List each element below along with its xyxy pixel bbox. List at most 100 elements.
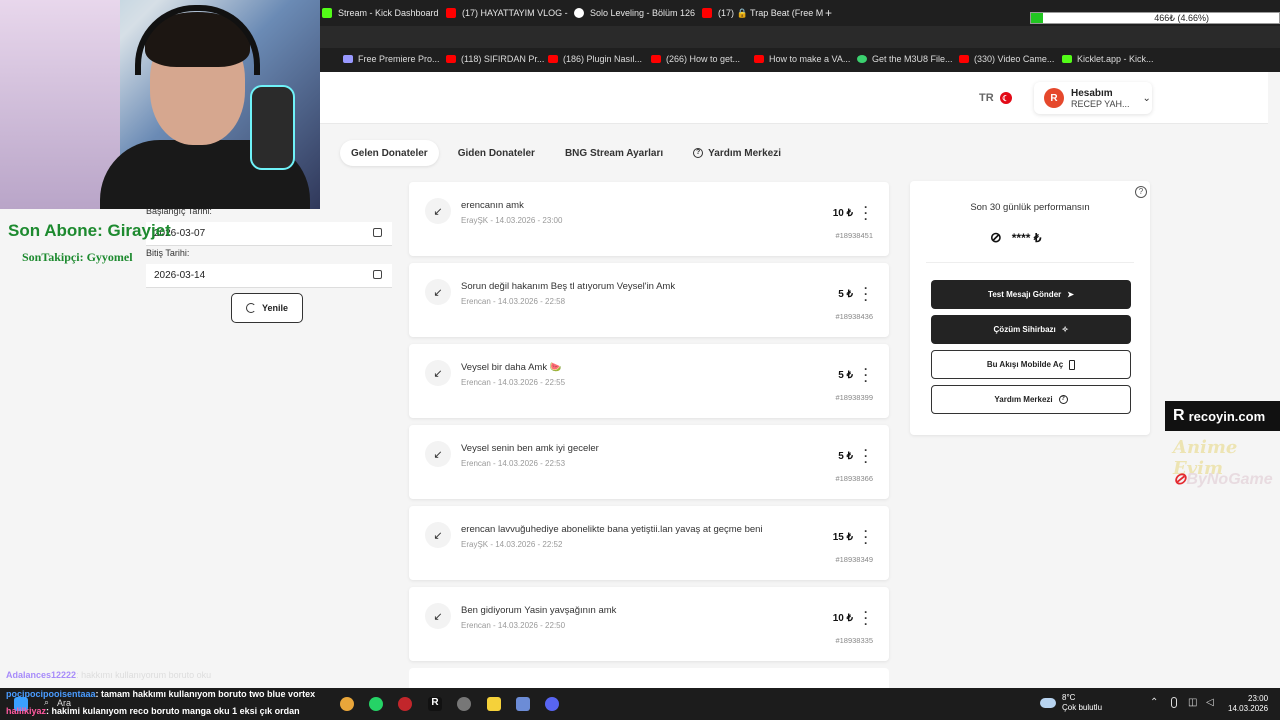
incoming-arrow-icon: ↙: [425, 603, 451, 629]
bookmark-label: (186) Plugin Nasıl...: [563, 54, 643, 64]
webcam-background: [0, 0, 120, 209]
kick-icon: [322, 8, 332, 18]
settings-icon[interactable]: [516, 697, 530, 711]
help-icon[interactable]: ?: [1135, 186, 1147, 198]
donation-time: 14.03.2026 - 22:53: [497, 459, 566, 468]
separator: -: [490, 621, 498, 630]
bookmark[interactable]: (186) Plugin Nasıl...: [548, 54, 642, 64]
tab-yardim-merkezi[interactable]: ? Yardım Merkezi: [682, 140, 792, 166]
chat-user: halilkiyaz: [6, 706, 47, 716]
more-options-icon[interactable]: · · ·: [863, 201, 869, 225]
list-item[interactable]: ↙ Sorun değil hakanım Beş tl atıyorum Vey…: [409, 263, 889, 337]
list-item[interactable]: ↙ erencanın amk ErayŞK - 14.03.2026 - 23:0…: [409, 182, 889, 256]
donation-id: #18938451: [835, 231, 873, 240]
browser-tab[interactable]: Stream - Kick Dashboard: [322, 5, 439, 21]
tab-label: Stream - Kick Dashboard: [338, 8, 439, 18]
chat-user: Adalances12222: [6, 670, 77, 680]
test-message-button[interactable]: Test Mesajı Gönder ➤: [931, 280, 1131, 309]
volume-icon[interactable]: ◁: [1206, 697, 1214, 708]
list-item[interactable]: ↙ Veysel bir daha Amk 🍉 Erencan - 14.03.20…: [409, 344, 889, 418]
donation-amount: 15 ₺: [832, 532, 853, 543]
donation-id: #18938335: [835, 636, 873, 645]
open-mobile-button[interactable]: Bu Akışı Mobilde Aç: [931, 350, 1131, 379]
bynogame-logo: ⊘ByNoGame: [1173, 469, 1273, 489]
notes-icon[interactable]: [487, 697, 501, 711]
more-options-icon[interactable]: · · ·: [863, 444, 869, 468]
list-item[interactable]: ↙ erencan lavvuğuhediye abonelikte bana y…: [409, 506, 889, 580]
list-item[interactable]: ↙ Veysel senin ben amk iyi geceler Erencan…: [409, 425, 889, 499]
bookmark[interactable]: (118) SIFIRDAN Pr...: [446, 54, 544, 64]
eye-off-icon[interactable]: ⊘: [990, 229, 1002, 246]
end-date-value: 2026-03-14: [154, 270, 206, 281]
discord-icon[interactable]: [545, 697, 559, 711]
bookmark[interactable]: (330) Video Came...: [959, 54, 1054, 64]
account-menu[interactable]: R Hesabım RECEP YAH... ⌄: [1034, 82, 1152, 114]
start-date-field[interactable]: 2026-03-07: [146, 222, 392, 246]
clock-date: 14.03.2026: [1228, 704, 1269, 713]
bookmark-icon: [343, 55, 353, 63]
help-center-button[interactable]: Yardım Merkezi?: [931, 385, 1131, 414]
bookmark[interactable]: Kicklet.app - Kick...: [1062, 54, 1154, 64]
calendar-icon[interactable]: [373, 270, 382, 279]
last-subscriber-overlay: Son Abone: Girayjet: [8, 221, 171, 240]
youtube-icon: [446, 55, 456, 63]
whatsapp-icon[interactable]: [369, 697, 383, 711]
cloud-icon: [1040, 698, 1056, 708]
donation-message: Ben gidiyorum Yasin yavşağının amk: [461, 605, 617, 616]
account-title: Hesabım: [1071, 87, 1113, 99]
more-options-icon[interactable]: · · ·: [863, 606, 869, 630]
new-tab-button[interactable]: +: [825, 5, 832, 21]
button-label: Yardım Merkezi: [994, 395, 1053, 404]
language-selector[interactable]: TR ☾: [979, 92, 1012, 104]
brand-bng: ByNoGame: [1186, 471, 1273, 488]
tab-gelen-donateler[interactable]: Gelen Donateler: [340, 140, 439, 166]
donation-id: #18938366: [835, 474, 873, 483]
donation-sender: Erencan: [461, 297, 491, 306]
refresh-button[interactable]: Yenile: [231, 293, 303, 323]
bookmark[interactable]: How to make a VA...: [754, 54, 850, 64]
network-icon[interactable]: ◫: [1188, 697, 1197, 708]
calendar-icon[interactable]: [373, 228, 382, 237]
opera-icon[interactable]: [398, 697, 412, 711]
tab-giden-donateler[interactable]: Giden Donateler: [447, 140, 546, 166]
solution-wizard-button[interactable]: Çözüm Sihirbazı ✧: [931, 315, 1131, 344]
chevron-up-icon[interactable]: ⌃: [1150, 697, 1158, 708]
bookmark[interactable]: (266) How to get...: [651, 54, 740, 64]
donation-time: 14.03.2026 - 23:00: [495, 216, 563, 225]
browser-tab[interactable]: (17) 🔒 Trap Beat (Free M: [702, 5, 823, 21]
tab-bng-stream-ayarlari[interactable]: BNG Stream Ayarları: [554, 140, 674, 166]
more-options-icon[interactable]: · · ·: [863, 282, 869, 306]
goal-progress-text: 466₺ (4.66%): [1154, 13, 1209, 23]
more-options-icon[interactable]: · · ·: [863, 525, 869, 549]
weather-widget[interactable]: 8°C Çok bulutlu: [1040, 693, 1102, 713]
bookmark-label: Get the M3U8 File...: [872, 54, 953, 64]
temperature: 8°C: [1062, 693, 1076, 702]
browser-tab[interactable]: (17) HAYATTAYIM VLOG -: [446, 5, 568, 21]
youtube-icon: [446, 8, 456, 18]
obs-icon[interactable]: [457, 697, 471, 711]
donation-message: Veysel bir daha Amk 🍉: [461, 362, 562, 373]
youtube-icon: [959, 55, 969, 63]
bookmark[interactable]: Get the M3U8 File...: [857, 54, 953, 64]
end-date-label: Bitiş Tarihi:: [146, 248, 190, 258]
microphone-tray-icon[interactable]: [1171, 697, 1177, 708]
chat-text: : hakimi kulanıyom reco boruto manga oku…: [46, 706, 300, 716]
divider: [926, 262, 1134, 263]
clock[interactable]: 23:00 14.03.2026: [1228, 694, 1268, 714]
recoyin-app-icon[interactable]: R: [428, 697, 442, 711]
donation-amount: 5 ₺: [838, 289, 853, 300]
bng-icon: ⊘: [1173, 471, 1187, 488]
end-date-field[interactable]: 2026-03-14: [146, 264, 392, 288]
donation-sender: Erencan: [461, 459, 491, 468]
bookmark[interactable]: Free Premiere Pro...: [343, 54, 440, 64]
help-icon: ?: [1058, 395, 1068, 404]
list-item[interactable]: ↙ Ben gidiyorum Yasin yavşağının amk Erenc…: [409, 587, 889, 661]
more-options-icon[interactable]: · · ·: [863, 363, 869, 387]
browser-tab[interactable]: Solo Leveling - Bölüm 126: [574, 5, 695, 21]
donation-message: erencanın amk: [461, 200, 524, 211]
avatar: R: [1044, 88, 1064, 108]
tab-label: Solo Leveling - Bölüm 126: [590, 8, 696, 18]
incoming-arrow-icon: ↙: [425, 360, 451, 386]
clock-time: 23:00: [1248, 694, 1269, 703]
chrome-icon[interactable]: [340, 697, 354, 711]
